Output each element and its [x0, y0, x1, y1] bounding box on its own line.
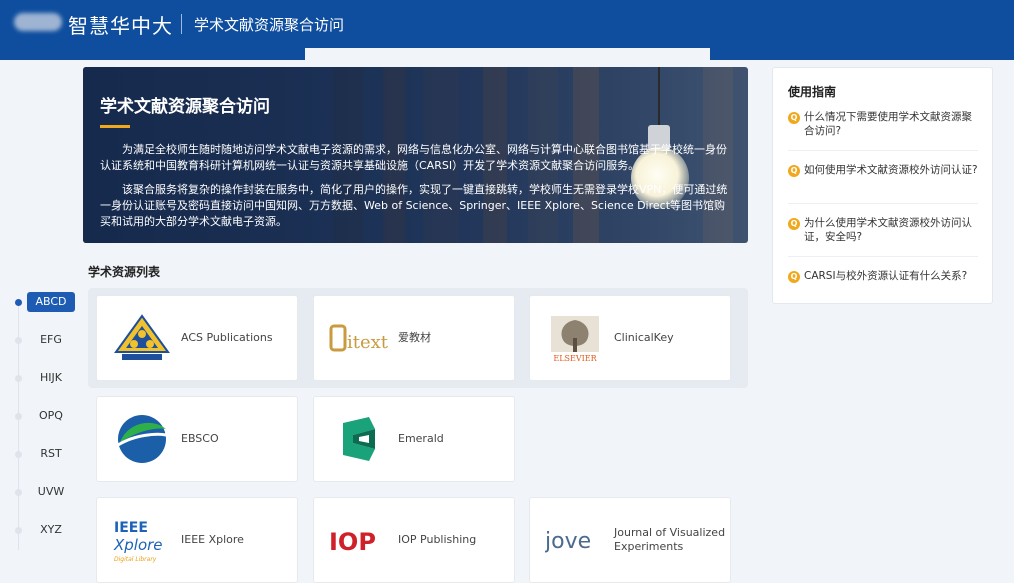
resource-name: EBSCO — [181, 432, 219, 445]
alpha-nav-abcd[interactable]: ABCD — [27, 292, 75, 312]
alpha-nav-dot — [15, 527, 22, 534]
ebsco-logo — [117, 415, 167, 463]
hero-title: 学术文献资源聚合访问 — [100, 97, 270, 117]
emerald-logo — [343, 417, 375, 461]
itext-logo: itext — [329, 324, 389, 353]
alpha-nav-dot — [15, 413, 22, 420]
resource-name: IEEE Xplore — [181, 533, 244, 546]
elsevier-logo: ELSEVIER — [551, 316, 599, 363]
jove-logo: jove — [545, 529, 591, 554]
resource-name: Journal of Visualized Experiments — [614, 526, 726, 553]
resource-list-title: 学术资源列表 — [88, 265, 161, 279]
resource-name: Emerald — [398, 432, 444, 445]
alpha-nav-opq[interactable]: OPQ — [27, 406, 75, 426]
top-bar-gap — [305, 48, 710, 60]
resource-name: 爱教材 — [398, 331, 431, 344]
guide-item-text[interactable]: 什么情况下需要使用学术文献资源聚合访问? — [804, 110, 979, 138]
hero-paragraph-1: 为满足全校师生随时随地访问学术文献电子资源的需求，网络与信息化办公室、网络与计算… — [100, 143, 727, 172]
resource-name: ClinicalKey — [614, 331, 674, 344]
lamp-cord — [658, 67, 660, 125]
alpha-nav-efg[interactable]: EFG — [27, 330, 75, 350]
university-logo[interactable] — [14, 13, 62, 31]
resource-card-emerald[interactable]: Emerald — [313, 396, 515, 482]
resource-card-jove[interactable]: jove Journal of Visualized Experiments — [529, 497, 731, 583]
alpha-nav-uvw[interactable]: UVW — [27, 482, 75, 502]
hero-paragraph-2: 该聚合服务将复杂的操作封装在服务中，简化了用户的操作，实现了一键直接跳转，学校师… — [100, 183, 728, 228]
jove-logo-text: jove — [545, 529, 591, 554]
alpha-nav-hijk[interactable]: HIJK — [27, 368, 75, 388]
ieee-logo-text: IEEE — [114, 520, 148, 536]
guide-divider — [788, 203, 978, 204]
guide-item-text[interactable]: 如何使用学术文献资源校外访问认证? — [804, 163, 979, 177]
guide-divider — [788, 256, 978, 257]
alpha-nav-dot — [15, 337, 22, 344]
resource-card-ebsco[interactable]: EBSCO — [96, 396, 298, 482]
elsevier-logo-text: ELSEVIER — [553, 354, 597, 363]
iop-logo-text: IOP — [329, 528, 376, 556]
alpha-nav-rst[interactable]: RST — [27, 444, 75, 464]
iop-logo: IOP — [329, 528, 376, 556]
usage-guide-panel: 使用指南 Q 什么情况下需要使用学术文献资源聚合访问? Q 如何使用学术文献资源… — [772, 67, 993, 304]
hero-accent-bar — [100, 125, 130, 128]
question-icon: Q — [788, 112, 800, 124]
resource-name: IOP Publishing — [398, 533, 477, 546]
top-bar: 智慧华中大 学术文献资源聚合访问 — [0, 0, 1014, 60]
resource-card-clinicalkey[interactable]: ELSEVIER ClinicalKey — [529, 295, 731, 381]
question-icon: Q — [788, 218, 800, 230]
resource-name: ACS Publications — [181, 331, 273, 344]
alpha-nav-dot — [15, 375, 22, 382]
guide-item-text[interactable]: CARSI与校外资源认证有什么关系? — [804, 269, 979, 283]
brand-name[interactable]: 智慧华中大 — [68, 10, 173, 39]
page-subtitle: 学术文献资源聚合访问 — [194, 16, 345, 34]
alpha-nav-dot — [15, 451, 22, 458]
resource-card-acs[interactable]: ACS Publications — [96, 295, 298, 381]
itext-logo-text: itext — [347, 332, 389, 353]
header-separator — [181, 14, 182, 34]
alpha-nav-dot — [15, 489, 22, 496]
resource-card-itext[interactable]: itext 爱教材 — [313, 295, 515, 381]
digital-library-logo-text: Digital Library — [114, 556, 157, 563]
xplore-logo-text: Xplore — [113, 536, 163, 554]
guide-title: 使用指南 — [788, 85, 837, 99]
ieee-xplore-logo: IEEE Xplore Digital Library — [113, 520, 163, 563]
resource-card-iop[interactable]: IOP IOP Publishing — [313, 497, 515, 583]
guide-divider — [788, 150, 978, 151]
guide-item-text[interactable]: 为什么使用学术文献资源校外访问认证，安全吗? — [804, 216, 979, 244]
alpha-nav-dot — [15, 299, 22, 306]
alpha-nav-xyz[interactable]: XYZ — [27, 520, 75, 540]
question-icon: Q — [788, 271, 800, 283]
acs-logo — [114, 314, 170, 360]
hero-banner: 学术文献资源聚合访问 为满足全校师生随时随地访问学术文献电子资源的需求，网络与信… — [83, 67, 748, 243]
resource-card-ieee-xplore[interactable]: IEEE Xplore Digital Library IEEE Xplore — [96, 497, 298, 583]
question-icon: Q — [788, 165, 800, 177]
